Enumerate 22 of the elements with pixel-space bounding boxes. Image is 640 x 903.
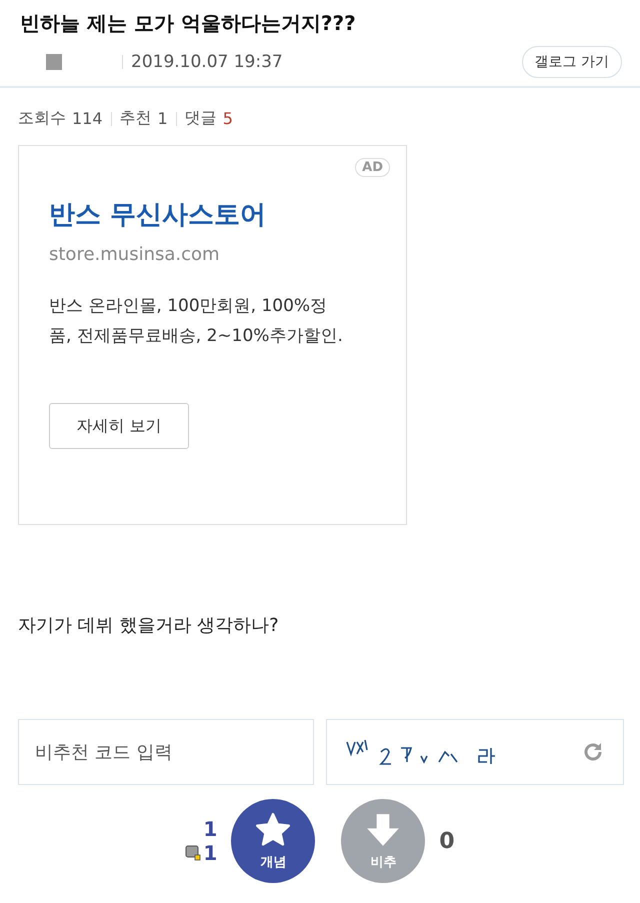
- recommend-button[interactable]: 개념: [231, 799, 316, 883]
- ad-title[interactable]: 반스 무신사스토어: [49, 197, 390, 232]
- ad-description: 품, 전제품무료배송, 2~10%추가할인.: [49, 325, 344, 348]
- post-body: 자기가 데뷔 했을거라 생각하나?: [18, 614, 280, 637]
- stat-label: 조회수: [18, 108, 66, 129]
- stat-value: 5: [222, 109, 233, 128]
- ad-url: store.musinsa.com: [49, 244, 221, 265]
- ad-description: 반스 온라인몰, 100만회원, 100%정: [49, 295, 328, 318]
- stat-value: 114: [72, 109, 103, 128]
- post-date: 2019.10.07 19:37: [131, 52, 283, 72]
- stat-label: 추천: [120, 108, 152, 129]
- code-input-field[interactable]: 비추천 코드 입력: [18, 719, 314, 785]
- ad-badge: AD: [355, 158, 390, 177]
- post-title: 빈하늘 제는 모가 억울하다는거지???: [20, 10, 357, 37]
- stat-value: 1: [158, 109, 168, 128]
- stat-label: 댓글: [184, 108, 217, 129]
- author-placeholder: [46, 54, 62, 70]
- downvote-count: 0: [439, 828, 455, 854]
- fixed-count: 1: [203, 841, 218, 865]
- details-button[interactable]: 자세히 보기: [49, 403, 189, 449]
- recommend-count: 1: [203, 817, 218, 841]
- gallog-button[interactable]: 갤로그 가기: [522, 46, 622, 78]
